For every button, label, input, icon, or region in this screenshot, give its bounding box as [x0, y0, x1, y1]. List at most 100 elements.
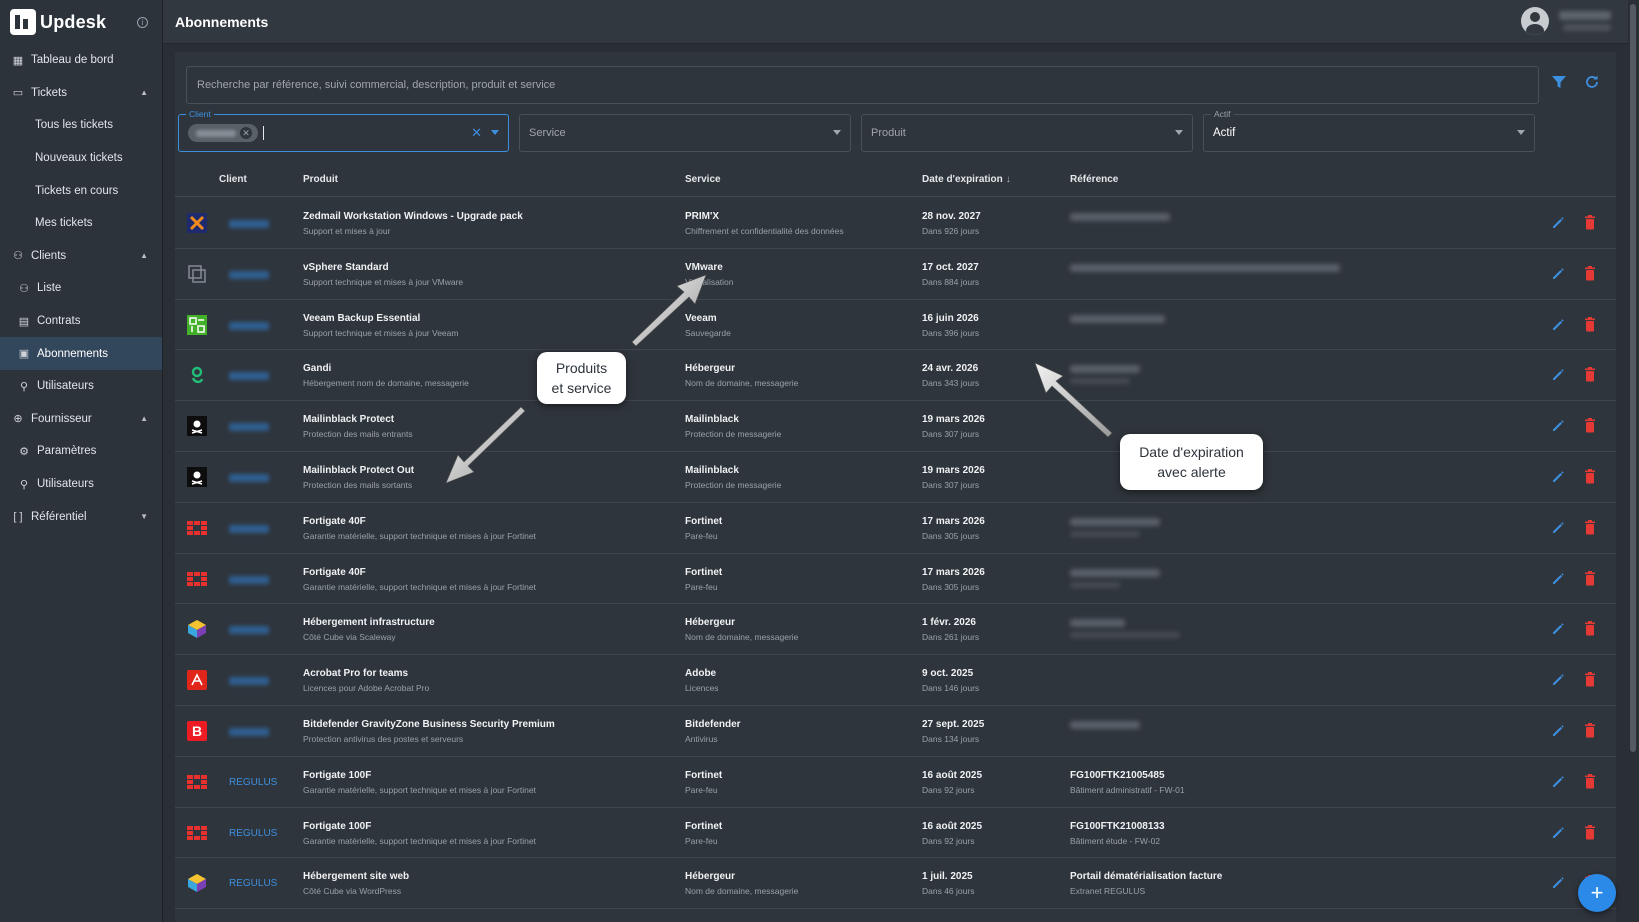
- refresh-icon[interactable]: [1584, 74, 1600, 90]
- table-row[interactable]: vSphere Standard Support technique et mis…: [175, 249, 1616, 300]
- delete-icon[interactable]: [1584, 468, 1596, 484]
- delete-icon[interactable]: [1584, 672, 1596, 687]
- user-name-redacted[interactable]: [1559, 11, 1611, 20]
- table-row[interactable]: Veeam Backup Essential Support technique …: [175, 300, 1616, 351]
- delete-icon[interactable]: [1584, 773, 1596, 789]
- sidebar-item-3[interactable]: Nouveaux tickets: [0, 142, 162, 175]
- clear-icon[interactable]: ✕: [471, 125, 482, 141]
- delete-icon[interactable]: [1584, 621, 1596, 636]
- sidebar-item-1[interactable]: ▭ Tickets ▲: [0, 77, 162, 110]
- table-row[interactable]: B Bitdefender GravityZone Business Securi…: [175, 706, 1616, 757]
- client-link-redacted[interactable]: [229, 575, 269, 584]
- table-row[interactable]: REGULUS Hébergement site web Côté Cube via…: [175, 858, 1616, 910]
- header-expiration[interactable]: Date d'expiration ↓: [922, 174, 1011, 185]
- delete-icon[interactable]: [1584, 519, 1596, 535]
- sidebar-item-9[interactable]: ▣ Abonnements: [0, 337, 162, 370]
- edit-icon[interactable]: [1551, 318, 1565, 332]
- service-select[interactable]: Service: [519, 114, 851, 152]
- chevron-down-icon[interactable]: ▼: [140, 512, 148, 521]
- client-link-redacted[interactable]: [229, 270, 269, 279]
- produit-select[interactable]: Produit: [861, 114, 1193, 152]
- table-row[interactable]: Zedmail Workstation Windows - Upgrade pa…: [175, 198, 1616, 249]
- info-icon[interactable]: i: [137, 17, 148, 28]
- edit-icon[interactable]: [1551, 622, 1565, 636]
- sidebar-item-4[interactable]: Tickets en cours: [0, 174, 162, 207]
- sidebar-item-14[interactable]: [ ] Référentiel ▼: [0, 500, 162, 533]
- sort-down-icon[interactable]: ↓: [1006, 174, 1011, 185]
- table-row[interactable]: Gandi Hébergement nom de domaine, message…: [175, 350, 1616, 402]
- filter-icon[interactable]: [1551, 74, 1567, 90]
- table-row[interactable]: Mailinblack Protect Out Protection des ma…: [175, 452, 1616, 503]
- chevron-down-icon[interactable]: [1517, 130, 1525, 135]
- delete-icon[interactable]: [1584, 316, 1596, 332]
- sidebar-item-13[interactable]: ⚲ Utilisateurs: [0, 468, 162, 501]
- page-scrollbar[interactable]: [1628, 0, 1639, 922]
- scrollbar-thumb[interactable]: [1630, 4, 1636, 752]
- header-produit[interactable]: Produit: [303, 174, 338, 185]
- client-link-redacted[interactable]: [229, 524, 269, 533]
- header-client[interactable]: Client: [219, 174, 247, 185]
- chevron-down-icon[interactable]: [1175, 130, 1183, 135]
- header-reference[interactable]: Référence: [1070, 174, 1118, 185]
- client-select[interactable]: Client ✕ ✕: [178, 108, 509, 152]
- delete-icon[interactable]: [1584, 215, 1596, 230]
- edit-icon[interactable]: [1551, 775, 1565, 789]
- client-link-redacted[interactable]: [229, 321, 269, 330]
- client-link-redacted[interactable]: [229, 677, 269, 686]
- chevron-up-icon[interactable]: ▲: [140, 251, 148, 260]
- chevron-up-icon[interactable]: ▲: [140, 414, 148, 423]
- edit-icon[interactable]: [1551, 521, 1565, 535]
- sidebar-item-5[interactable]: Mes tickets: [0, 207, 162, 240]
- client-link-redacted[interactable]: [229, 473, 269, 482]
- header-service[interactable]: Service: [685, 174, 721, 185]
- search-input[interactable]: Recherche par référence, suivi commercia…: [186, 66, 1539, 104]
- edit-icon[interactable]: [1551, 368, 1565, 382]
- client-link[interactable]: REGULUS: [229, 878, 277, 889]
- sidebar-item-2[interactable]: Tous les tickets: [0, 109, 162, 142]
- client-link-redacted[interactable]: [229, 372, 269, 381]
- chip-remove-icon[interactable]: ✕: [240, 127, 252, 139]
- edit-icon[interactable]: [1551, 876, 1565, 890]
- edit-icon[interactable]: [1551, 826, 1565, 840]
- sidebar-item-0[interactable]: ▦ Tableau de bord: [0, 44, 162, 77]
- delete-icon[interactable]: [1584, 367, 1596, 382]
- delete-icon[interactable]: [1584, 570, 1596, 586]
- client-link[interactable]: REGULUS: [229, 777, 277, 788]
- delete-icon[interactable]: [1584, 418, 1596, 433]
- edit-icon[interactable]: [1551, 267, 1565, 281]
- sidebar-item-12[interactable]: ⚙ Paramètres: [0, 435, 162, 468]
- table-row[interactable]: Acrobat Pro for teams Licences pour Adobe…: [175, 655, 1616, 706]
- table-row[interactable]: Hébergement infrastructure Côté Cube via …: [175, 604, 1616, 656]
- chevron-down-icon[interactable]: [491, 130, 499, 135]
- edit-icon[interactable]: [1551, 419, 1565, 433]
- table-row[interactable]: Fortigate 40F Garantie matérielle, suppor…: [175, 554, 1616, 605]
- user-avatar-icon[interactable]: [1521, 7, 1549, 35]
- edit-icon[interactable]: [1551, 572, 1565, 586]
- table-row[interactable]: REGULUS Fortigate 100F Garantie matérielle…: [175, 808, 1616, 859]
- add-subscription-button[interactable]: +: [1578, 874, 1616, 912]
- edit-icon[interactable]: [1551, 470, 1565, 484]
- client-link[interactable]: REGULUS: [229, 828, 277, 839]
- table-row[interactable]: REGULUS Fortigate 100F Garantie matérielle…: [175, 757, 1616, 808]
- chevron-down-icon[interactable]: [833, 130, 841, 135]
- client-chip[interactable]: ✕: [188, 124, 258, 142]
- client-link-redacted[interactable]: [229, 727, 269, 736]
- delete-icon[interactable]: [1584, 722, 1596, 738]
- edit-icon[interactable]: [1551, 673, 1565, 687]
- client-link-redacted[interactable]: [229, 626, 269, 635]
- chevron-up-icon[interactable]: ▲: [140, 88, 148, 97]
- delete-icon[interactable]: [1584, 824, 1596, 840]
- actif-select[interactable]: Actif Actif: [1203, 108, 1535, 152]
- edit-icon[interactable]: [1551, 216, 1565, 230]
- sidebar-item-7[interactable]: ⚇ Liste: [0, 272, 162, 305]
- edit-icon[interactable]: [1551, 724, 1565, 738]
- table-row[interactable]: Fortigate 40F Garantie matérielle, suppor…: [175, 503, 1616, 554]
- sidebar-item-10[interactable]: ⚲ Utilisateurs: [0, 370, 162, 403]
- sidebar-item-8[interactable]: ▤ Contrats: [0, 305, 162, 338]
- client-link-redacted[interactable]: [229, 220, 269, 228]
- sidebar-item-6[interactable]: ⚇ Clients ▲: [0, 240, 162, 273]
- delete-icon[interactable]: [1584, 265, 1596, 281]
- sidebar-item-11[interactable]: ⊕ Fournisseur ▲: [0, 403, 162, 436]
- table-row[interactable]: Mailinblack Protect Protection des mails …: [175, 401, 1616, 452]
- client-link-redacted[interactable]: [229, 423, 269, 432]
